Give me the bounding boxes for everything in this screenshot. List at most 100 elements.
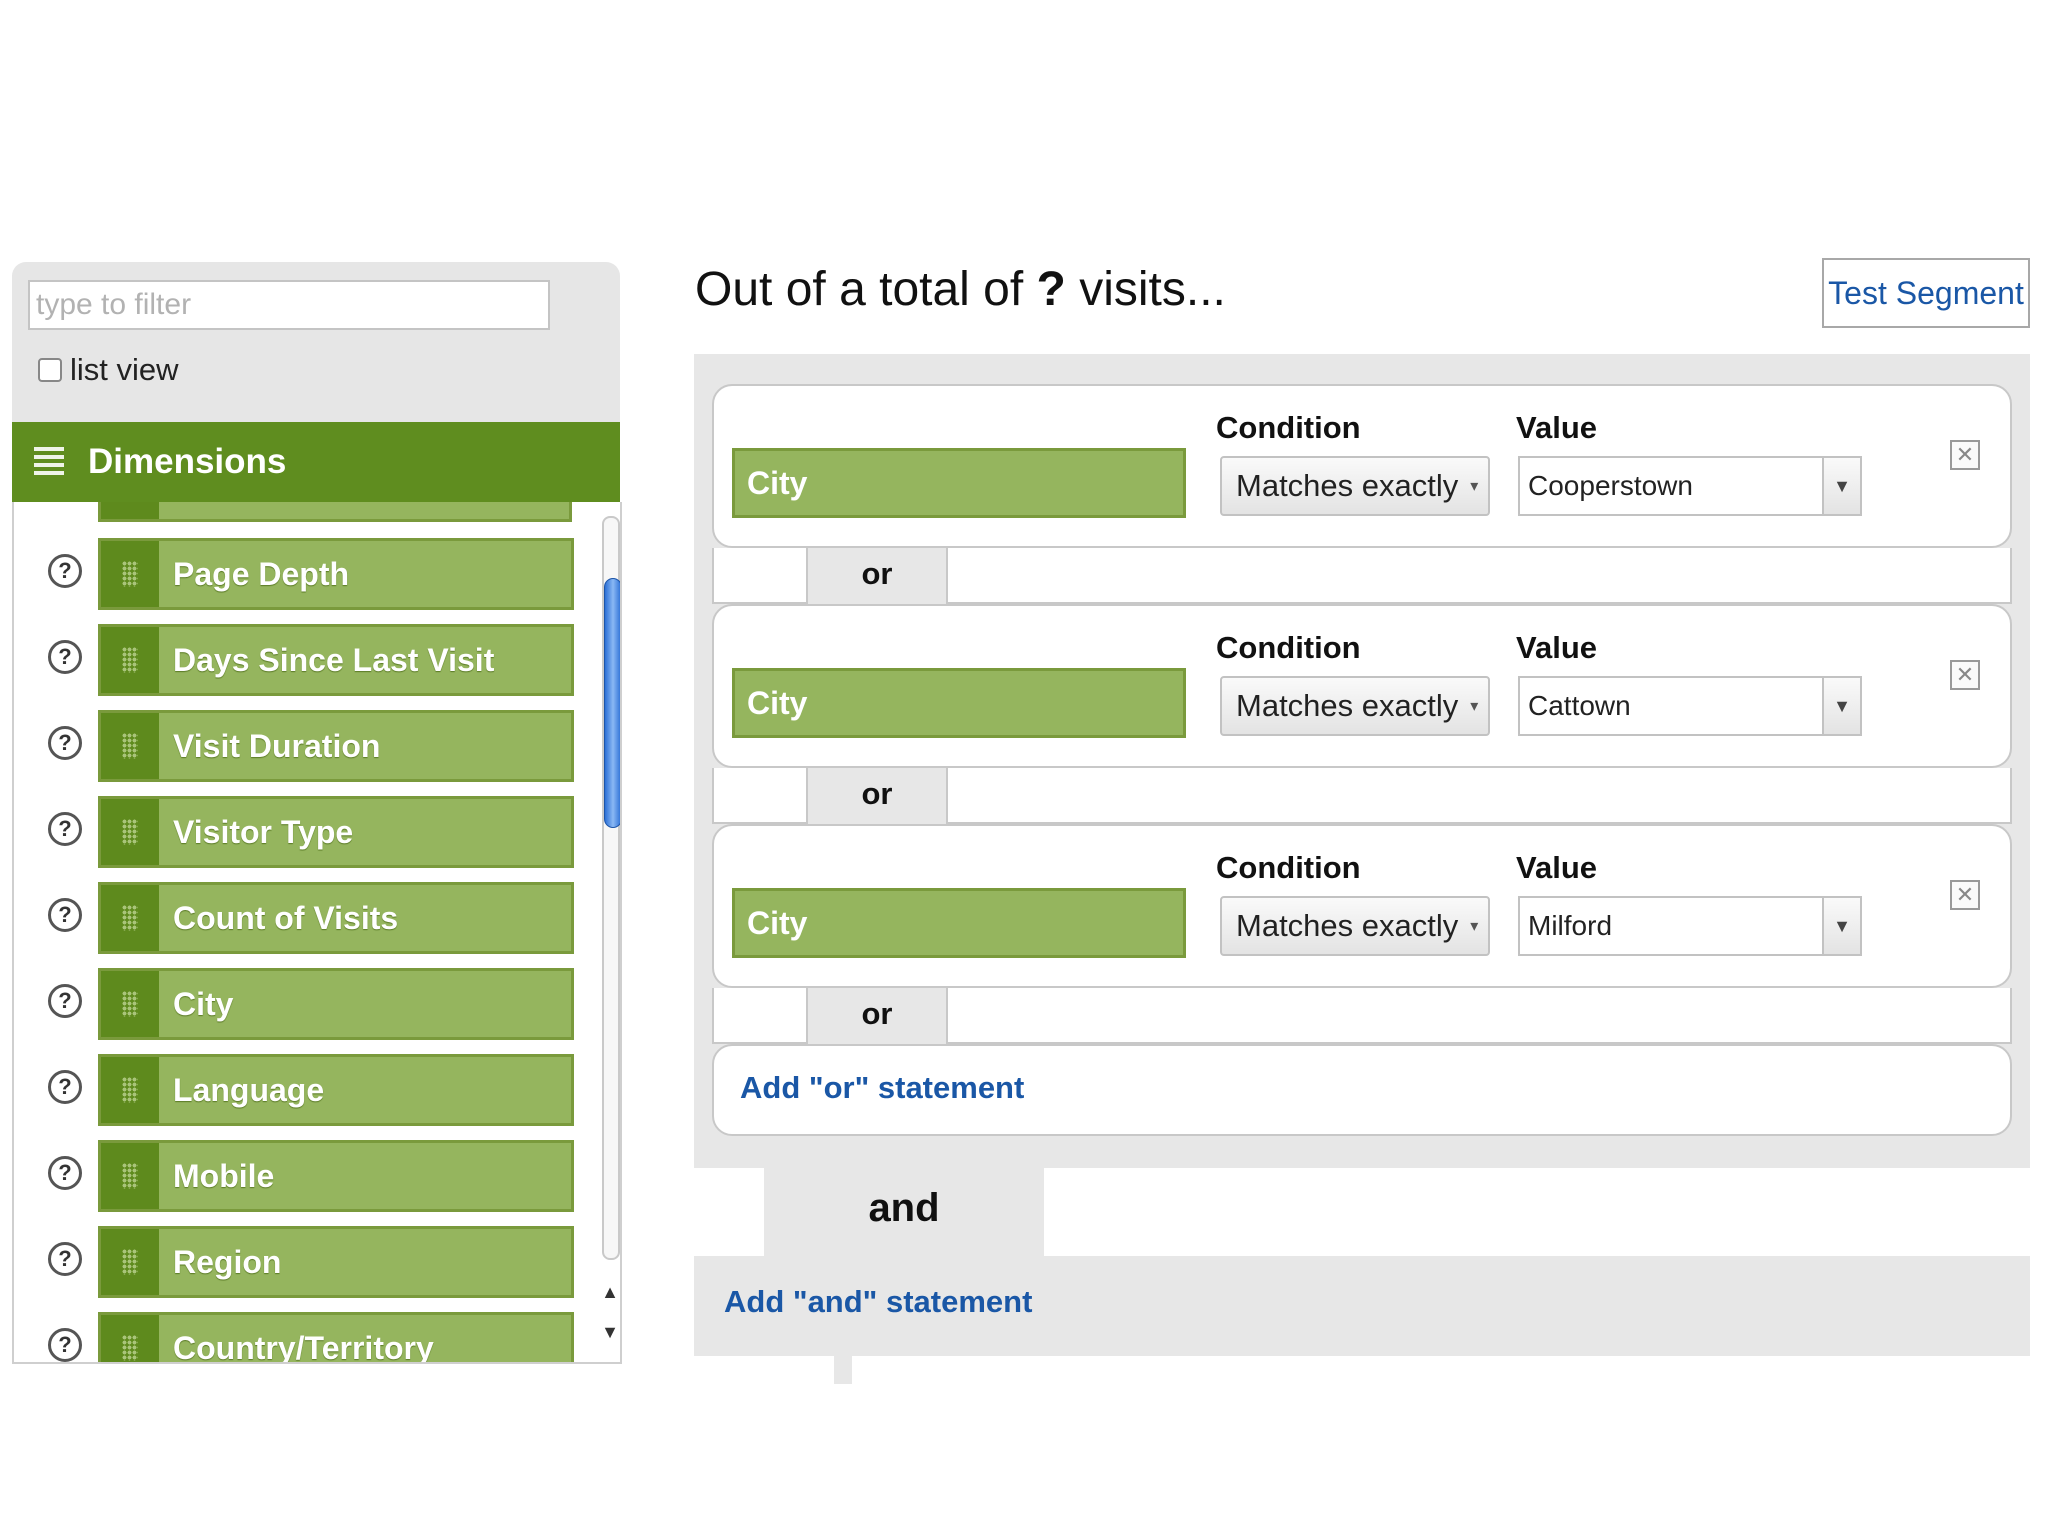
help-icon[interactable]: ? [48,640,82,674]
help-icon[interactable]: ? [48,984,82,1018]
value-dropdown-icon[interactable]: ▼ [1824,676,1862,736]
partial-dimension-chip[interactable] [98,502,572,522]
help-icon[interactable]: ? [48,1328,82,1362]
headline-prefix: Out of a total of [695,263,1037,316]
dimension-label: Days Since Last Visit [173,641,495,678]
list-view-toggle[interactable]: list view [38,352,179,388]
condition-label: Condition [1216,630,1361,665]
connector-left [712,768,808,824]
scroll-down-icon[interactable]: ▼ [600,1320,620,1344]
dimension-row: ? Visitor Type [14,796,584,868]
remove-statement-icon[interactable]: ✕ [1950,880,1980,910]
test-segment-button[interactable]: Test Segment [1822,258,2030,328]
condition-select[interactable]: Matches exactly ▾ [1220,456,1490,516]
or-statement-2: City Condition Value Matches exactly ▾ C… [712,604,2012,768]
condition-select[interactable]: Matches exactly ▾ [1220,676,1490,736]
dimension-row: ? Days Since Last Visit [14,624,584,696]
drag-handle-icon[interactable] [101,971,159,1037]
dimension-chip-page-depth[interactable]: Page Depth [98,538,574,610]
scroll-thumb[interactable] [604,578,620,828]
value-input[interactable]: Cooperstown [1518,456,1824,516]
dimension-chip-count-of-visits[interactable]: Count of Visits [98,882,574,954]
condition-value: Matches exactly [1236,688,1459,723]
dimensions-list: ? Page Depth ? Days Since Last Visit ? V… [12,502,622,1364]
condition-value: Matches exactly [1236,908,1459,943]
dimension-label: Country/Territory [173,1329,434,1364]
dimension-drop-city[interactable]: City [732,448,1186,518]
dimension-chip-visitor-type[interactable]: Visitor Type [98,796,574,868]
value-dropdown-icon[interactable]: ▼ [1824,896,1862,956]
value-input[interactable]: Cattown [1518,676,1824,736]
condition-value: Matches exactly [1236,468,1459,503]
help-icon[interactable]: ? [48,554,82,588]
dimension-label: Mobile [173,1157,275,1194]
drag-handle-icon[interactable] [101,627,159,693]
or-statement-1: City Condition Value Matches exactly ▾ C… [712,384,2012,548]
dimension-chip-city[interactable]: City [98,968,574,1040]
or-statement-3: City Condition Value Matches exactly ▾ M… [712,824,2012,988]
add-or-row: Add "or" statement [712,1044,2012,1136]
connector-right [946,768,2012,824]
condition-select[interactable]: Matches exactly ▾ [1220,896,1490,956]
add-and-statement-link[interactable]: Add "and" statement [724,1284,1032,1320]
dimension-label: City [173,985,234,1022]
drag-handle-icon[interactable] [101,885,159,951]
value-label: Value [1516,850,1597,885]
scroll-up-icon[interactable]: ▲ [600,1280,620,1304]
dimension-chip-country-territory[interactable]: Country/Territory [98,1312,574,1364]
headline-suffix: visits... [1065,263,1226,316]
connector-stub [834,1356,852,1384]
dimension-row: ? Visit Duration [14,710,584,782]
or-connector: or [712,988,2012,1046]
dimension-label: Count of Visits [173,899,399,936]
dimensions-title: Dimensions [88,442,287,481]
dimension-row: ? Country/Territory [14,1312,584,1364]
dimension-chip-mobile[interactable]: Mobile [98,1140,574,1212]
chevron-down-icon: ▾ [1470,918,1479,935]
help-icon[interactable]: ? [48,1070,82,1104]
drag-handle-icon[interactable] [101,713,159,779]
value-dropdown-icon[interactable]: ▼ [1824,456,1862,516]
dimension-chip-visit-duration[interactable]: Visit Duration [98,710,574,782]
chevron-down-icon: ▾ [1470,478,1479,495]
filter-input[interactable] [28,280,550,330]
help-icon[interactable]: ? [48,812,82,846]
dimension-row: ? City [14,968,584,1040]
help-icon[interactable]: ? [48,726,82,760]
connector-right [946,548,2012,604]
value-label: Value [1516,410,1597,445]
drag-handle-icon[interactable] [101,1315,159,1362]
dimensions-header[interactable]: Dimensions [12,422,620,502]
condition-label: Condition [1216,410,1361,445]
filter-panel: list view [12,262,620,422]
dimension-label: Visit Duration [173,727,381,764]
value-input[interactable]: Milford [1518,896,1824,956]
scrollbar[interactable]: ▲ ▼ [600,502,620,1362]
drag-handle-icon[interactable] [101,1143,159,1209]
add-or-statement-link[interactable]: Add "or" statement [740,1070,1024,1106]
remove-statement-icon[interactable]: ✕ [1950,440,1980,470]
dimension-label: Page Depth [173,555,350,592]
dimension-drop-city[interactable]: City [732,888,1186,958]
drag-handle-icon[interactable] [101,1229,159,1295]
dimension-chip-days-since-last-visit[interactable]: Days Since Last Visit [98,624,574,696]
help-icon[interactable]: ? [48,898,82,932]
and-spacer-right [1044,1168,2030,1256]
list-icon [34,447,64,477]
or-label: or [861,996,893,1031]
dimension-drop-city[interactable]: City [732,668,1186,738]
scroll-track[interactable] [602,516,620,1260]
remove-statement-icon[interactable]: ✕ [1950,660,1980,690]
help-icon[interactable]: ? [48,1242,82,1276]
help-icon[interactable]: ? [48,1156,82,1190]
dimension-chip-language[interactable]: Language [98,1054,574,1126]
or-connector: or [712,768,2012,826]
dimension-label: Language [173,1071,325,1108]
drag-handle-icon[interactable] [101,1057,159,1123]
dimension-chip-region[interactable]: Region [98,1226,574,1298]
dimension-label: Region [173,1243,282,1280]
drag-handle-icon[interactable] [101,799,159,865]
drag-handle-icon[interactable] [101,541,159,607]
list-view-checkbox[interactable] [38,358,62,382]
connector-right [946,988,2012,1044]
